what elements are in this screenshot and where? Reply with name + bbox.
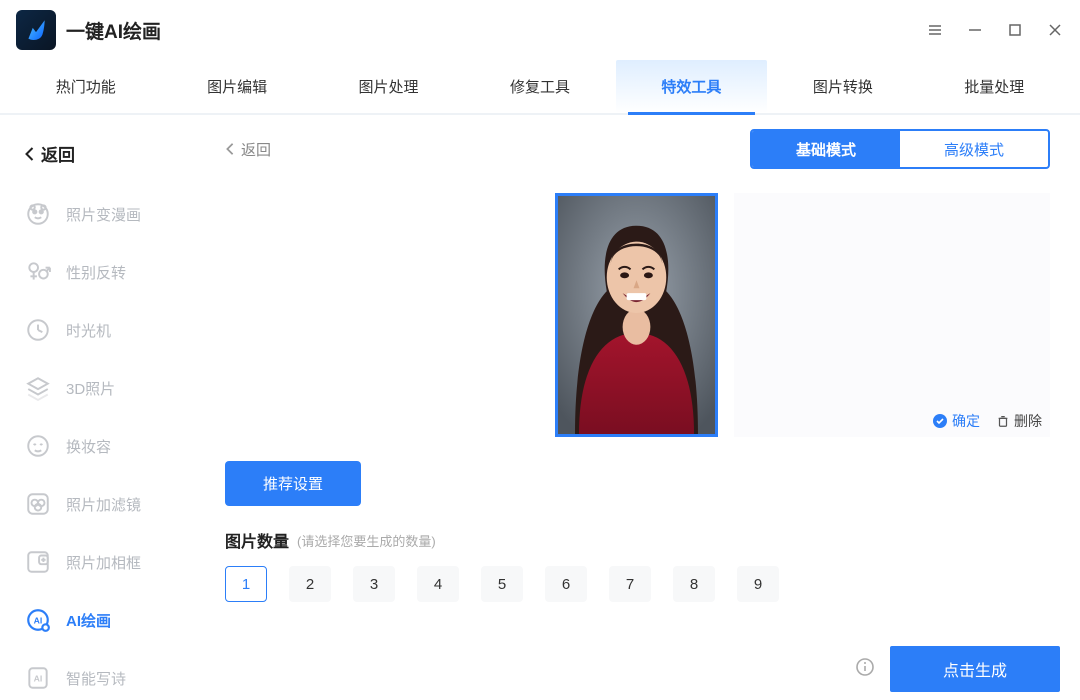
- window-controls: [926, 21, 1064, 39]
- sidebar-item-label: 时光机: [66, 320, 111, 341]
- qty-option-5[interactable]: 5: [481, 566, 523, 602]
- sidebar-item-label: 照片变漫画: [66, 204, 141, 225]
- tab-edit[interactable]: 图片编辑: [161, 60, 312, 113]
- qty-option-2[interactable]: 2: [289, 566, 331, 602]
- sidebar-item-clock[interactable]: 时光机: [18, 304, 197, 356]
- trash-icon: [996, 414, 1010, 428]
- preview-illustration: [558, 196, 715, 434]
- delete-button[interactable]: 删除: [996, 411, 1042, 431]
- tab-process[interactable]: 图片处理: [313, 60, 464, 113]
- qty-option-9[interactable]: 9: [737, 566, 779, 602]
- frame-icon: [24, 548, 52, 576]
- title-bar: 一键AI绘画: [0, 0, 1080, 60]
- sidebar-item-label: AI绘画: [66, 610, 111, 631]
- sidebar-item-ai-draw[interactable]: AI AI绘画: [18, 594, 197, 646]
- quantity-label: 图片数量: [225, 528, 289, 552]
- sidebar-item-makeup[interactable]: 换妆容: [18, 420, 197, 472]
- app-logo-icon: [16, 10, 56, 50]
- layers-icon: [24, 374, 52, 402]
- main-back[interactable]: 返回: [225, 139, 271, 160]
- sidebar-item-label: 照片加相框: [66, 552, 141, 573]
- app-logo-wrap: 一键AI绘画: [16, 10, 161, 50]
- top-tabs: 热门功能 图片编辑 图片处理 修复工具 特效工具 图片转换 批量处理: [0, 60, 1080, 115]
- qty-option-3[interactable]: 3: [353, 566, 395, 602]
- tab-repair[interactable]: 修复工具: [464, 60, 615, 113]
- clock-icon: [24, 316, 52, 344]
- app-title: 一键AI绘画: [66, 17, 161, 44]
- info-icon[interactable]: [855, 657, 875, 682]
- qty-option-6[interactable]: 6: [545, 566, 587, 602]
- sidebar-item-frame[interactable]: 照片加相框: [18, 536, 197, 588]
- face-icon: [24, 432, 52, 460]
- main-back-label: 返回: [241, 139, 271, 160]
- menu-icon[interactable]: [926, 21, 944, 39]
- maximize-icon[interactable]: [1006, 21, 1024, 39]
- sidebar-item-label: 换妆容: [66, 436, 111, 457]
- sidebar-item-gender[interactable]: 性别反转: [18, 246, 197, 298]
- quantity-hint: (请选择您要生成的数量): [297, 531, 436, 550]
- quantity-options: 1 2 3 4 5 6 7 8 9: [225, 566, 1050, 602]
- gender-icon: [24, 258, 52, 286]
- sidebar-item-filter[interactable]: 照片加滤镜: [18, 478, 197, 530]
- tab-batch[interactable]: 批量处理: [919, 60, 1070, 113]
- chevron-left-icon: [225, 142, 235, 156]
- mode-toggle: 基础模式 高级模式: [750, 129, 1050, 169]
- main-panel: 返回 基础模式 高级模式: [205, 115, 1080, 698]
- chevron-left-icon: [24, 146, 35, 162]
- tab-hot[interactable]: 热门功能: [10, 60, 161, 113]
- check-circle-icon: [932, 413, 948, 429]
- close-icon[interactable]: [1046, 21, 1064, 39]
- image-preview[interactable]: [555, 193, 718, 437]
- sidebar-item-poem[interactable]: AI 智能写诗: [18, 652, 197, 698]
- sidebar-item-label: 照片加滤镜: [66, 494, 141, 515]
- qty-option-7[interactable]: 7: [609, 566, 651, 602]
- filter-icon: [24, 490, 52, 518]
- minimize-icon[interactable]: [966, 21, 984, 39]
- qty-option-1[interactable]: 1: [225, 566, 267, 602]
- sidebar-item-label: 智能写诗: [66, 668, 126, 689]
- result-panel: 确定 删除: [734, 193, 1050, 437]
- cartoon-icon: [24, 200, 52, 228]
- mode-basic-button[interactable]: 基础模式: [752, 131, 900, 167]
- sidebar: 返回 照片变漫画 性别反转 时光机 3D照片 换妆容 照片加滤镜 照片加相框: [0, 115, 205, 698]
- recommend-settings-button[interactable]: 推荐设置: [225, 461, 361, 506]
- tab-effects[interactable]: 特效工具: [616, 60, 767, 113]
- poem-icon: AI: [24, 664, 52, 692]
- sidebar-back[interactable]: 返回: [24, 141, 197, 166]
- sidebar-item-cartoon[interactable]: 照片变漫画: [18, 188, 197, 240]
- sidebar-item-3d[interactable]: 3D照片: [18, 362, 197, 414]
- svg-text:AI: AI: [34, 615, 43, 625]
- svg-text:AI: AI: [34, 673, 43, 683]
- ai-draw-icon: AI: [24, 606, 52, 634]
- tab-convert[interactable]: 图片转换: [767, 60, 918, 113]
- sidebar-back-label: 返回: [41, 141, 75, 166]
- confirm-button[interactable]: 确定: [932, 411, 980, 431]
- qty-option-8[interactable]: 8: [673, 566, 715, 602]
- mode-advanced-button[interactable]: 高级模式: [900, 131, 1048, 167]
- sidebar-item-label: 3D照片: [66, 378, 115, 399]
- generate-button[interactable]: 点击生成: [890, 646, 1060, 692]
- qty-option-4[interactable]: 4: [417, 566, 459, 602]
- sidebar-item-label: 性别反转: [66, 262, 126, 283]
